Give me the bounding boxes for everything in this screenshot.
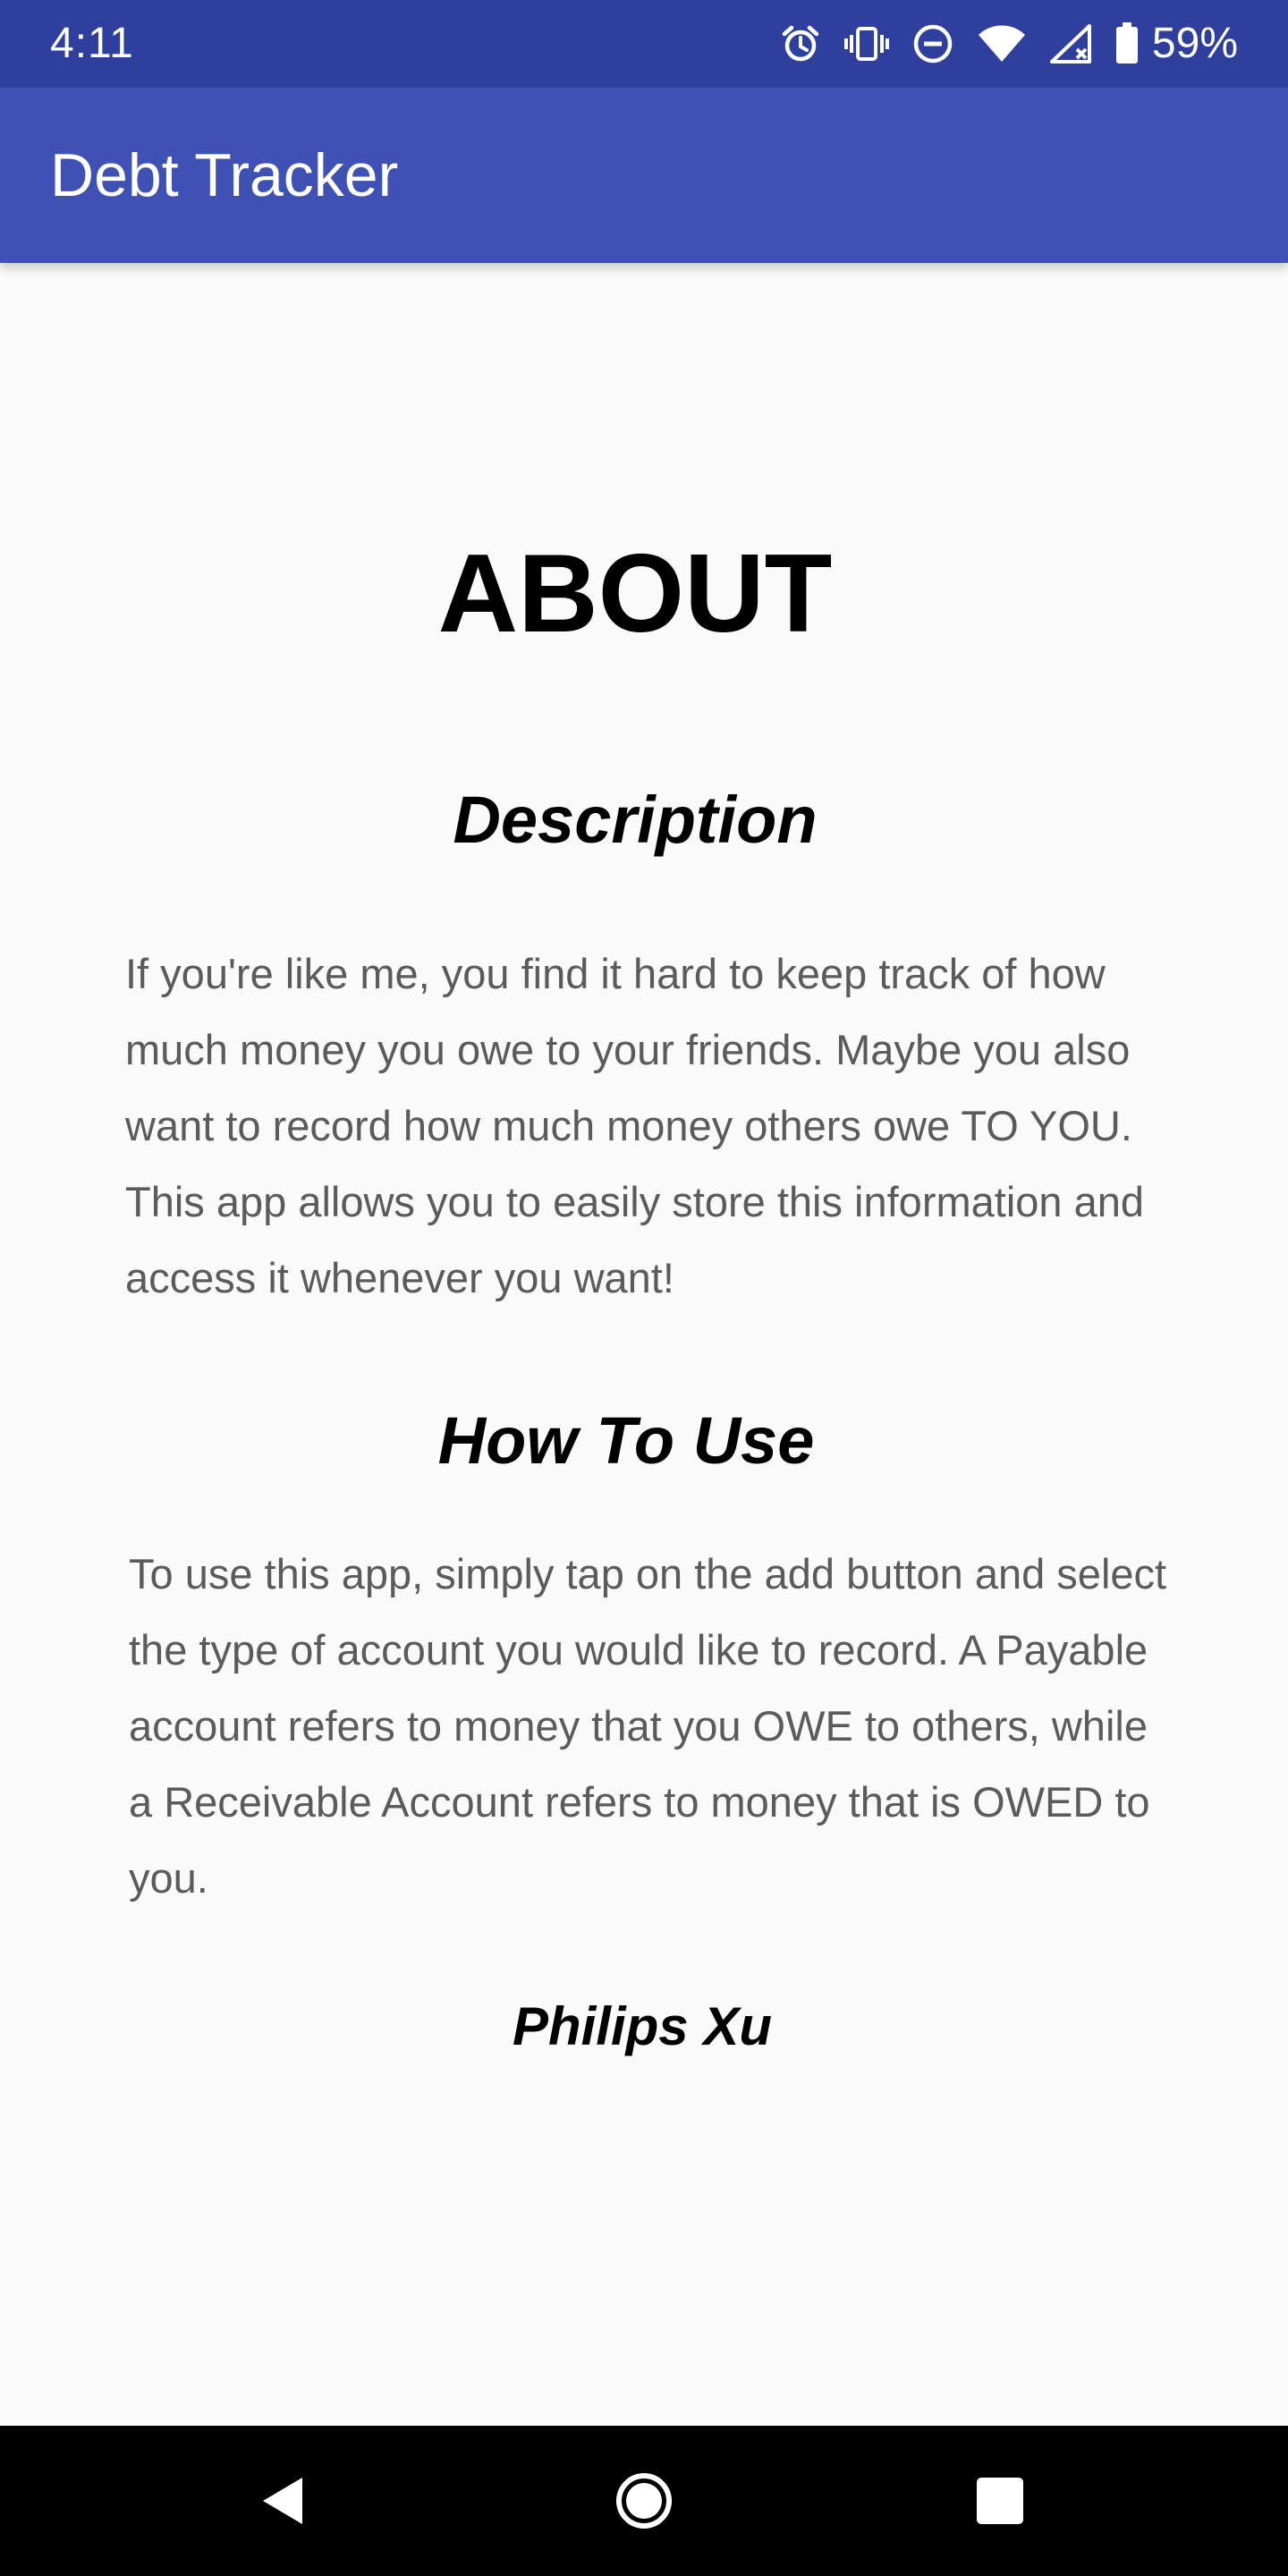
author-name: Philips Xu: [512, 1996, 773, 2056]
cell-signal-icon: [1049, 24, 1091, 64]
status-bar: 4:11 59%: [0, 0, 1288, 88]
navigation-bar: [0, 2426, 1288, 2576]
status-icons: 59%: [780, 0, 1238, 88]
home-icon: [616, 2473, 672, 2529]
app-bar: Debt Tracker: [0, 88, 1288, 263]
alarm-icon: [780, 23, 821, 64]
recents-button[interactable]: [961, 2462, 1039, 2540]
home-button[interactable]: [605, 2462, 683, 2540]
description-heading: Description: [453, 783, 818, 857]
vibrate-icon: [843, 26, 889, 62]
status-time: 4:11: [50, 20, 134, 67]
battery-percent: 59%: [1151, 20, 1238, 67]
page-title: ABOUT: [437, 532, 833, 656]
description-text: If you're like me, you find it hard to k…: [125, 950, 1145, 1301]
how-to-use-heading: How To Use: [437, 1403, 815, 1478]
wifi-icon: [977, 24, 1027, 64]
back-icon: [263, 2478, 302, 2524]
how-to-use-text: To use this app, simply tap on the add b…: [129, 1550, 1167, 1902]
about-content: ABOUT Description If you're like me, you…: [0, 263, 1288, 2426]
battery-icon: [1114, 22, 1140, 65]
app-title: Debt Tracker: [50, 141, 399, 209]
recents-icon: [977, 2478, 1023, 2524]
back-button[interactable]: [243, 2462, 322, 2540]
do-not-disturb-icon: [912, 23, 953, 64]
